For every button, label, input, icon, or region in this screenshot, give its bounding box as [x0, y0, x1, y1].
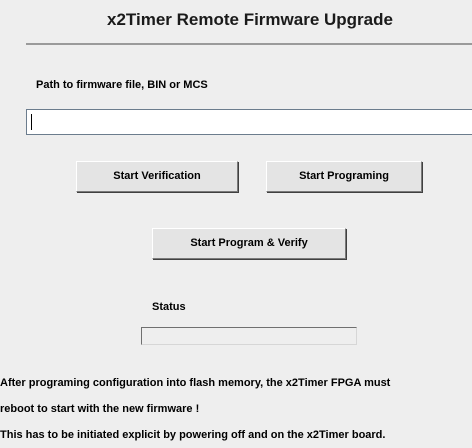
status-label: Status [152, 301, 186, 313]
reboot-note-line-1: After programing configuration into flas… [0, 377, 391, 389]
start-programing-button[interactable]: Start Programing [266, 161, 422, 192]
title-divider [26, 43, 472, 45]
status-field [141, 327, 357, 345]
start-verification-button[interactable]: Start Verification [76, 161, 238, 192]
firmware-path-label: Path to firmware file, BIN or MCS [36, 79, 208, 91]
start-program-verify-button[interactable]: Start Program & Verify [152, 228, 346, 259]
text-cursor [31, 114, 32, 130]
firmware-path-input[interactable] [26, 109, 472, 135]
reboot-note-line-3: This has to be initiated explicit by pow… [0, 429, 386, 441]
reboot-note-line-2: reboot to start with the new firmware ! [0, 403, 200, 415]
page-title: x2Timer Remote Firmware Upgrade [107, 10, 393, 29]
